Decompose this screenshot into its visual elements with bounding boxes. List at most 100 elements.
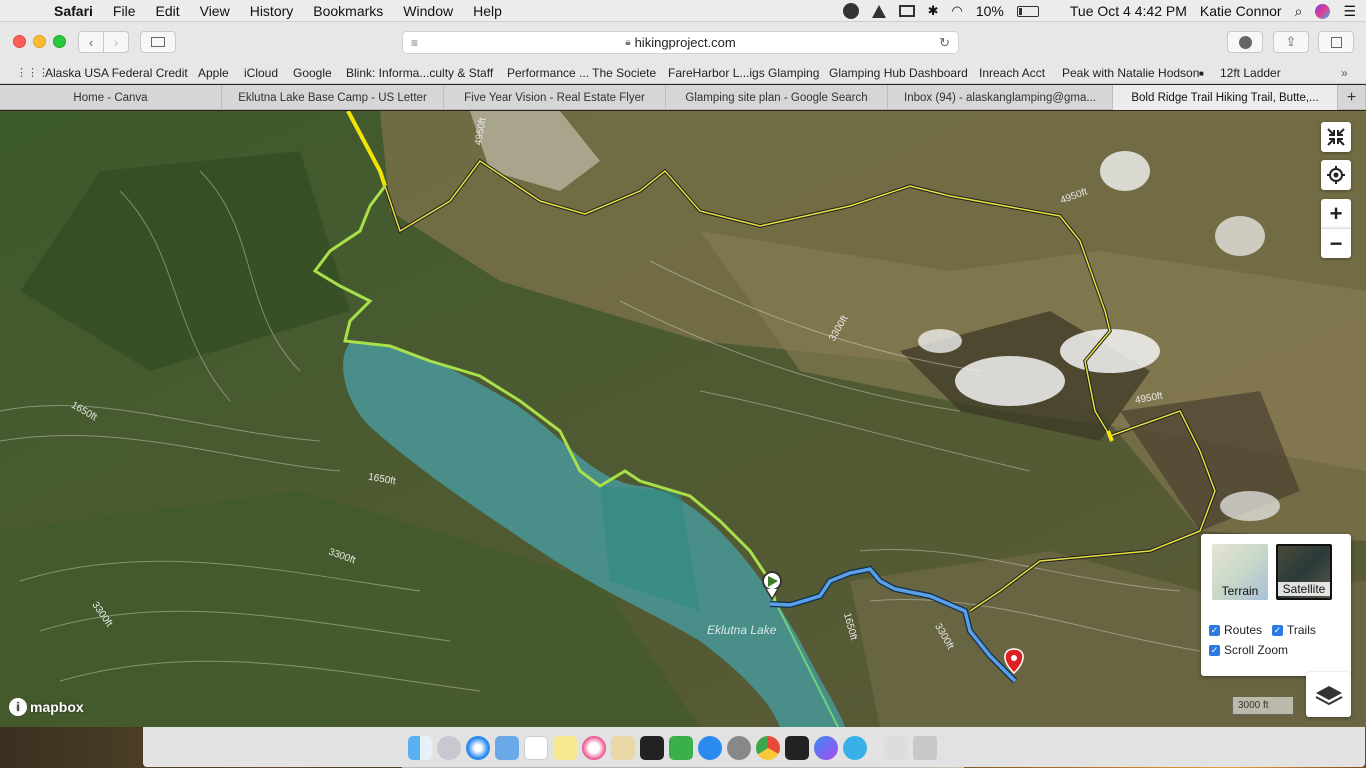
itunes-icon[interactable] (582, 736, 606, 760)
more-bookmarks-icon[interactable]: » (1341, 66, 1348, 80)
zoom-window-button[interactable] (53, 35, 66, 48)
plus-icon: + (1346, 88, 1357, 106)
menu-history[interactable]: History (250, 3, 294, 19)
tab-active[interactable]: Bold Ridge Trail Hiking Trail, Butte,... (1113, 85, 1338, 110)
calendar-icon[interactable] (524, 736, 548, 760)
airplay-icon[interactable] (898, 5, 915, 17)
app-store-icon[interactable] (698, 736, 722, 760)
downloads-button[interactable] (1227, 31, 1263, 53)
bookmark-item[interactable]: Performance ... The Societe (507, 66, 656, 80)
reader-icon[interactable]: ≡ (411, 36, 418, 50)
wifi-icon[interactable]: ◠ (952, 3, 963, 19)
routes-checkbox[interactable]: ✓ Routes (1209, 623, 1262, 637)
tab-title: Eklutna Lake Base Camp - US Letter (238, 91, 427, 104)
download-icon (1238, 35, 1252, 49)
menu-bookmarks[interactable]: Bookmarks (313, 3, 383, 19)
bookmark-folder-indicator: ■ (1199, 69, 1204, 78)
siri-icon[interactable] (1315, 3, 1331, 19)
routes-label: Routes (1224, 623, 1263, 637)
drive-icon[interactable] (871, 4, 886, 18)
tabs-icon (1330, 36, 1342, 48)
bookmark-item[interactable]: Apple (198, 66, 229, 80)
close-window-button[interactable] (13, 35, 26, 48)
satellite-label: Satellite (1278, 582, 1330, 596)
satellite-layer-option[interactable]: Satellite (1276, 544, 1332, 600)
bookmark-item[interactable]: Blink: Informa...culty & Staff (346, 66, 493, 80)
preview-icon[interactable] (611, 736, 635, 760)
new-tab-button[interactable]: + (1338, 85, 1366, 110)
bookmark-item[interactable]: iCloud (244, 66, 278, 80)
back-button[interactable]: ‹ (78, 31, 104, 53)
menu-view[interactable]: View (200, 3, 230, 19)
tab[interactable]: Five Year Vision - Real Estate Flyer (444, 85, 666, 110)
tab[interactable]: Eklutna Lake Base Camp - US Letter (222, 85, 444, 110)
system-preferences-icon[interactable] (727, 736, 751, 760)
messenger-icon[interactable] (814, 736, 838, 760)
bookmark-item[interactable]: FareHarbor L...igs Glamping (668, 66, 819, 80)
info-icon[interactable]: i (9, 698, 27, 716)
bookmark-item[interactable]: 12ft Ladder (1220, 66, 1281, 80)
menu-app-name[interactable]: Safari (54, 3, 93, 19)
menu-window[interactable]: Window (403, 3, 453, 19)
trail-map[interactable]: 4950ft 4950ft 4950ft 3300ft 1650ft 1650f… (0, 111, 1366, 727)
forward-button[interactable]: › (103, 31, 129, 53)
minimize-window-button[interactable] (33, 35, 46, 48)
spotlight-search-icon[interactable]: ⌕ (1295, 3, 1303, 20)
bookmark-item[interactable]: Alaska USA Federal Credit (45, 66, 188, 80)
tab[interactable]: Glamping site plan - Google Search (666, 85, 888, 110)
terminal-icon[interactable] (785, 736, 809, 760)
battery-icon[interactable] (1016, 5, 1039, 17)
clock[interactable]: Tue Oct 4 4:42 PM (1070, 3, 1187, 19)
notes-icon[interactable] (553, 736, 577, 760)
bookmark-item[interactable]: Peak with Natalie Hodson (1062, 66, 1199, 80)
mapbox-logo[interactable]: i mapbox (9, 698, 84, 716)
locate-me-button[interactable] (1321, 160, 1351, 190)
trash-icon[interactable] (913, 736, 937, 760)
launchpad-icon[interactable] (437, 736, 461, 760)
sidebar-button[interactable] (140, 31, 176, 53)
bookmark-item[interactable]: Google (293, 66, 332, 80)
reload-icon[interactable]: ↻ (939, 35, 950, 51)
zoom-out-button[interactable]: − (1321, 228, 1351, 258)
bluetooth-icon[interactable]: ✱ (928, 3, 939, 19)
bookmark-item[interactable]: Inreach Acct (979, 66, 1045, 80)
photo-booth-icon[interactable] (640, 736, 664, 760)
url-text: hikingproject.com (634, 35, 736, 50)
tab-title: Five Year Vision - Real Estate Flyer (464, 91, 645, 104)
scale-bar: 3000 ft (1232, 697, 1294, 715)
tab-overview-button[interactable] (1318, 31, 1354, 53)
tab[interactable]: Home - Canva (0, 85, 222, 110)
safari-icon[interactable] (466, 736, 490, 760)
menu-edit[interactable]: Edit (155, 3, 179, 19)
layer-panel: Terrain Satellite ✓ Routes ✓ Trails ✓ Scrol… (1201, 534, 1351, 676)
notification-center-icon[interactable]: ☰ (1343, 3, 1356, 20)
scroll-zoom-checkbox[interactable]: ✓ Scroll Zoom (1209, 643, 1288, 657)
zoom-in-button[interactable]: + (1321, 199, 1351, 229)
trails-checkbox[interactable]: ✓ Trails (1272, 623, 1316, 637)
terrain-label: Terrain (1221, 584, 1259, 598)
menu-file[interactable]: File (113, 3, 136, 19)
menu-help[interactable]: Help (473, 3, 502, 19)
battery-percent[interactable]: 10% (976, 3, 1004, 19)
mail-icon[interactable] (495, 736, 519, 760)
layers-toggle-button[interactable] (1306, 672, 1351, 717)
checkmark-icon: ✓ (1209, 644, 1220, 656)
share-button[interactable]: ⇪ (1273, 31, 1309, 53)
numbers-icon[interactable] (669, 736, 693, 760)
mk-app-icon[interactable] (843, 736, 867, 760)
finder-icon[interactable] (408, 736, 432, 760)
chevron-right-icon: › (113, 34, 119, 50)
chrome-icon[interactable] (756, 736, 780, 760)
address-bar[interactable]: ≡ 🔒︎ hikingproject.com ↻ (402, 31, 959, 54)
tab-title: Bold Ridge Trail Hiking Trail, Butte,... (1131, 91, 1319, 104)
checkmark-icon: ✓ (1209, 624, 1220, 636)
user-name[interactable]: Katie Connor (1200, 3, 1282, 19)
bookmark-item[interactable]: Glamping Hub Dashboard (829, 66, 968, 80)
fullscreen-button[interactable] (1321, 122, 1351, 152)
scroll-zoom-label: Scroll Zoom (1224, 643, 1289, 657)
terrain-layer-option[interactable]: Terrain (1212, 544, 1268, 600)
keyboard-viewer-icon[interactable] (884, 736, 908, 760)
tab-title: Inbox (94) - alaskanglamping@gma... (904, 91, 1096, 104)
tab[interactable]: Inbox (94) - alaskanglamping@gma... (888, 85, 1113, 110)
status-app-icon[interactable] (842, 3, 859, 19)
